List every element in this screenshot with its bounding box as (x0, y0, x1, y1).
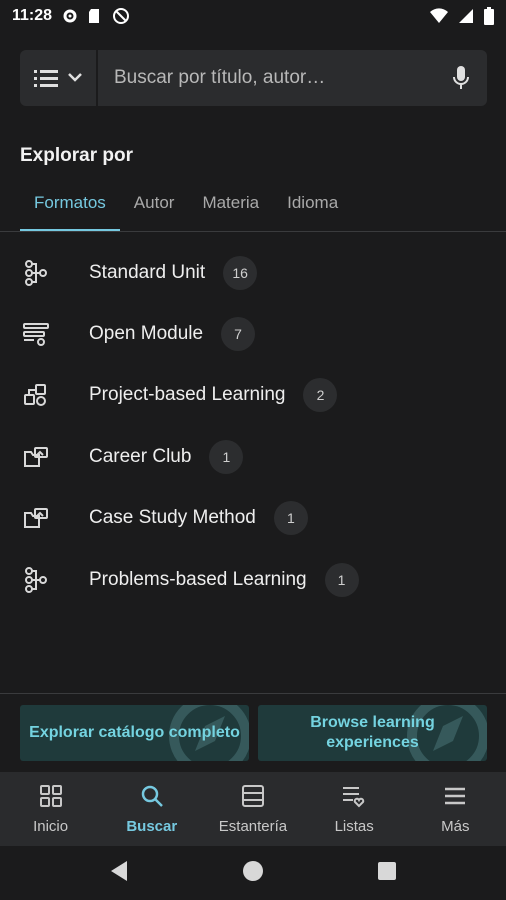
list-icon (34, 68, 58, 88)
format-label: Open Module (89, 323, 204, 345)
nav-label: Buscar (126, 817, 178, 835)
menu-icon (443, 784, 467, 812)
explore-catalog-label: Explorar catálogo completo (29, 724, 240, 741)
format-item-open-module[interactable]: Open Module 7 (0, 303, 506, 364)
explore-title: Explorar por (20, 145, 133, 166)
search-bar: Buscar por título, autor… (20, 50, 487, 106)
format-label: Project-based Learning (89, 384, 286, 406)
format-item-problems-based-learning[interactable]: Problems-based Learning 1 (0, 549, 506, 610)
nav-buscar[interactable]: Buscar (101, 784, 202, 835)
status-time: 11:28 (12, 7, 53, 24)
chevron-down-icon (68, 73, 82, 83)
format-item-standard-unit[interactable]: Standard Unit 16 (0, 242, 506, 303)
tab-autor[interactable]: Autor (120, 188, 189, 232)
folder-image-icon (20, 441, 52, 473)
network-icon (20, 564, 52, 596)
battery-icon (484, 7, 494, 25)
module-icon (20, 318, 52, 350)
format-label: Career Club (89, 445, 192, 467)
format-item-case-study-method[interactable]: Case Study Method 1 (0, 488, 506, 549)
browse-learning-label: Browse learning experiences (310, 714, 435, 751)
search-icon (140, 784, 164, 812)
nav-label: Más (441, 817, 470, 835)
voice-search-button[interactable] (435, 65, 487, 91)
tab-idioma[interactable]: Idioma (273, 188, 352, 232)
format-item-career-club[interactable]: Career Club 1 (0, 426, 506, 487)
count-badge: 16 (223, 255, 258, 290)
content-divider (0, 693, 506, 694)
tab-materia[interactable]: Materia (188, 188, 273, 232)
explore-tabs: Formatos Autor Materia Idioma (20, 188, 352, 232)
back-icon[interactable] (109, 860, 129, 887)
count-badge: 7 (221, 317, 256, 352)
recents-icon[interactable] (377, 861, 397, 886)
nav-label: Inicio (33, 817, 69, 835)
nav-mas[interactable]: Más (405, 784, 506, 835)
sd-card-icon (88, 8, 102, 24)
search-input[interactable]: Buscar por título, autor… (98, 50, 435, 106)
explore-catalog-button[interactable]: Explorar catálogo completo (20, 705, 249, 761)
count-badge: 2 (303, 378, 338, 413)
nav-listas[interactable]: Listas (304, 784, 405, 835)
count-badge: 1 (209, 439, 244, 474)
nav-inicio[interactable]: Inicio (0, 784, 101, 835)
home-icon[interactable] (241, 859, 265, 888)
tabs-divider (0, 231, 506, 232)
shelf-icon (241, 784, 265, 812)
settings-icon (62, 8, 78, 24)
nav-estanteria[interactable]: Estantería (202, 784, 303, 835)
list-heart-icon (341, 784, 367, 812)
search-filter-menu-button[interactable] (20, 50, 98, 106)
grid-icon (39, 784, 63, 812)
format-list: Standard Unit 16 Open Module 7 Project-b… (0, 242, 506, 610)
bottom-nav: Inicio Buscar Estantería Listas Más (0, 772, 506, 846)
format-label: Case Study Method (89, 507, 256, 529)
tab-formatos[interactable]: Formatos (20, 188, 120, 232)
folder-image-icon (20, 502, 52, 534)
puzzle-icon (20, 379, 52, 411)
nav-label: Estantería (218, 817, 288, 835)
data-saver-icon (112, 7, 130, 25)
network-icon (20, 257, 52, 289)
browse-learning-button[interactable]: Browse learning experiences (258, 705, 487, 761)
format-label: Problems-based Learning (89, 568, 307, 590)
wifi-icon (430, 8, 448, 24)
system-nav-bar (0, 846, 506, 900)
signal-icon (458, 8, 474, 24)
count-badge: 1 (273, 501, 308, 536)
format-item-project-based-learning[interactable]: Project-based Learning 2 (0, 365, 506, 426)
count-badge: 1 (324, 562, 359, 597)
cta-row: Explorar catálogo completo Browse learni… (20, 705, 487, 761)
status-bar: 11:28 (0, 0, 506, 32)
nav-label: Listas (334, 817, 374, 835)
microphone-icon (452, 65, 470, 91)
format-label: Standard Unit (89, 261, 206, 283)
